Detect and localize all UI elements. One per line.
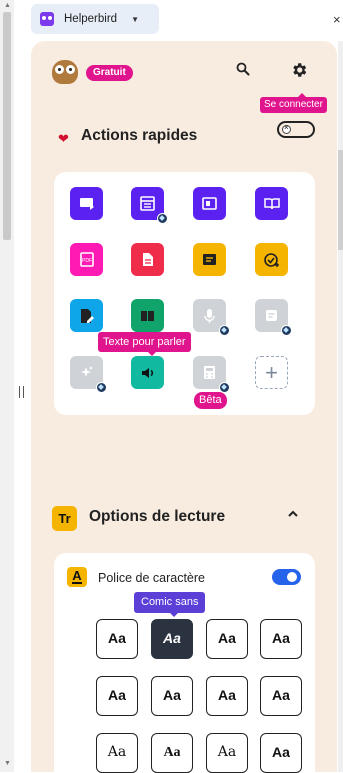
panel-scroll-thumb[interactable] [338, 150, 343, 250]
summarize-icon [266, 310, 277, 321]
font-setting-toggle[interactable] [272, 569, 301, 585]
sidebar-resize-handle[interactable] [19, 386, 24, 398]
chevron-up-icon[interactable] [287, 509, 299, 519]
checklist-icon [203, 254, 216, 265]
close-sidebar-button[interactable]: × [333, 12, 341, 27]
extension-name: Helperbird [64, 13, 118, 25]
font-option[interactable]: Aa [260, 619, 302, 659]
beta-badge: Bêta [194, 392, 227, 409]
font-option[interactable]: Aa [206, 619, 248, 659]
helperbird-logo-icon [40, 12, 54, 26]
reading-options-title: Options de lecture [89, 508, 226, 525]
quick-action-immersive-reader[interactable] [70, 187, 103, 220]
quick-action-pdf-reader[interactable]: PDF [70, 243, 103, 276]
gear-icon[interactable] [290, 61, 308, 79]
book-reader-icon [264, 198, 280, 210]
heart-icon: ❤ [58, 131, 69, 146]
text-to-speech-icon [142, 368, 154, 378]
premium-diamond-icon [219, 325, 230, 336]
quick-action-book-reader[interactable] [255, 187, 288, 220]
scroll-up-arrow[interactable]: ▲ [4, 2, 11, 9]
ai-sparkles-icon [81, 366, 93, 377]
quick-action-dictionary[interactable] [131, 299, 164, 332]
page-scrollbar[interactable]: ▲ ▼ [0, 0, 14, 772]
font-option[interactable]: Aa [151, 676, 193, 716]
quick-action-edit-document[interactable] [70, 299, 103, 332]
quick-action-simplify-page[interactable] [193, 187, 226, 220]
owl-avatar-icon[interactable] [52, 60, 78, 84]
font-name-tooltip: Comic sans [134, 592, 206, 617]
font-option[interactable]: Aa [206, 676, 248, 716]
reader-view-icon [140, 196, 155, 211]
pdf-reader-icon: PDF [80, 252, 94, 267]
plan-badge[interactable]: Gratuit [86, 65, 133, 81]
font-option-selected[interactable]: Aa [151, 619, 193, 659]
font-option[interactable]: Aa [206, 733, 248, 773]
calculator-icon [204, 366, 215, 379]
scroll-down-arrow[interactable]: ▼ [4, 760, 11, 767]
extension-selector[interactable]: Helperbird ▼ [31, 4, 159, 34]
font-option[interactable]: Aa [260, 676, 302, 716]
svg-text:PDF: PDF [82, 258, 92, 264]
simplify-page-icon [202, 197, 217, 210]
premium-diamond-icon [96, 382, 107, 393]
font-option[interactable]: Aa [96, 619, 138, 659]
premium-diamond-icon [157, 213, 168, 224]
quick-actions-title: Actions rapides [81, 127, 198, 144]
premium-diamond-icon [281, 325, 292, 336]
immersive-reader-icon [80, 198, 94, 210]
font-option[interactable]: Aa [96, 676, 138, 716]
quick-action-add-action[interactable]: + [255, 356, 288, 389]
font-option[interactable]: Aa [260, 733, 302, 773]
font-setting-label: Police de caractère [98, 571, 206, 585]
edit-document-icon [81, 309, 94, 323]
quick-action-checklist[interactable] [193, 243, 226, 276]
dictionary-icon [141, 311, 154, 321]
spell-check-icon [264, 253, 279, 267]
document-icon [143, 253, 153, 266]
quick-action-document[interactable] [131, 243, 164, 276]
quick-action-spell-check[interactable] [255, 243, 288, 276]
search-icon[interactable] [236, 62, 250, 76]
font-icon: A [67, 567, 87, 587]
font-option[interactable]: Aa [151, 733, 193, 773]
font-option[interactable]: Aa [96, 733, 138, 773]
dictation-icon [204, 309, 215, 323]
page-scroll-thumb[interactable] [3, 12, 11, 240]
text-to-speech-tooltip: Texte pour parler [98, 332, 191, 356]
plus-icon: + [265, 359, 278, 385]
text-format-icon: Tr [52, 506, 77, 531]
dropdown-caret-icon: ▼ [131, 14, 139, 24]
quick-actions-toggle[interactable] [277, 121, 315, 138]
quick-action-text-to-speech[interactable] [131, 356, 164, 389]
connect-tooltip: Se connecter [260, 93, 327, 113]
